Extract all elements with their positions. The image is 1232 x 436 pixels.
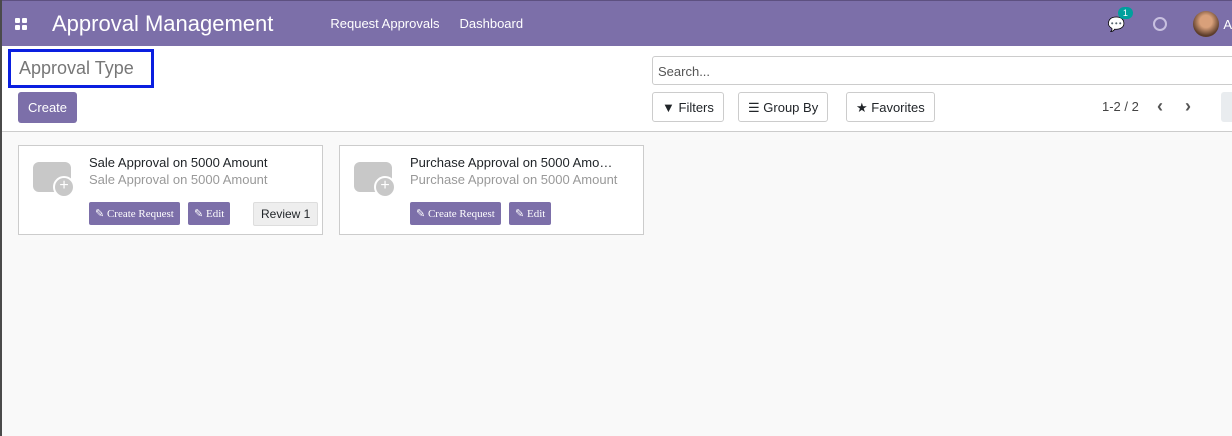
pencil-icon: ✎ <box>95 208 105 220</box>
kanban-card[interactable]: Sale Approval on 5000 Amount Sale Approv… <box>18 145 323 235</box>
favorites-button[interactable]: ★ Favorites <box>846 92 935 122</box>
view-switcher-button[interactable] <box>1221 92 1232 122</box>
review-button[interactable]: Review 1 <box>253 202 319 226</box>
create-request-label: Create Request <box>427 208 495 220</box>
group-by-label: Group By <box>763 100 819 115</box>
card-title: Sale Approval on 5000 Amount <box>89 155 268 170</box>
pager-value[interactable]: 1-2 / 2 <box>1102 99 1139 114</box>
menu-request-approvals[interactable]: Request Approvals <box>330 16 439 31</box>
edit-button[interactable]: ✎ Edit <box>509 202 552 225</box>
messages-button[interactable]: 💬 1 <box>1108 6 1133 33</box>
activity-clock-icon[interactable] <box>1153 17 1168 31</box>
control-panel: Approval Type Create Search... ▼ Filters… <box>2 46 1232 132</box>
card-subtitle: Sale Approval on 5000 Amount <box>89 172 268 187</box>
menu-dashboard[interactable]: Dashboard <box>459 16 523 31</box>
pencil-icon: ✎ <box>416 208 426 220</box>
bars-icon: ☰ <box>748 100 760 115</box>
edit-button[interactable]: ✎ Edit <box>188 202 231 225</box>
camera-placeholder-icon <box>33 162 75 198</box>
create-request-button[interactable]: ✎ Create Request <box>89 202 180 225</box>
top-navbar: Approval Management Request Approvals Da… <box>2 0 1232 46</box>
filters-label: Filters <box>678 100 714 115</box>
filters-button[interactable]: ▼ Filters <box>652 92 724 122</box>
favorites-label: Favorites <box>871 100 925 115</box>
chevron-left-icon[interactable]: ‹ <box>1157 96 1163 117</box>
card-subtitle: Purchase Approval on 5000 Amount <box>410 172 618 187</box>
create-request-button[interactable]: ✎ Create Request <box>410 202 501 225</box>
star-icon: ★ <box>856 100 868 115</box>
apps-menu-icon[interactable] <box>12 15 30 33</box>
filter-icon: ▼ <box>662 100 675 115</box>
app-title: Approval Management <box>52 10 274 36</box>
kanban-card[interactable]: Purchase Approval on 5000 Amo… Purchase … <box>339 145 644 235</box>
edit-label: Edit <box>205 208 225 220</box>
edit-icon: ✎ <box>515 208 525 220</box>
edit-icon: ✎ <box>194 208 204 220</box>
message-count-badge: 1 <box>1117 6 1133 19</box>
page-title: Approval Type <box>8 49 154 88</box>
user-name[interactable]: A <box>1223 17 1232 32</box>
card-title: Purchase Approval on 5000 Amo… <box>410 155 613 170</box>
search-input[interactable]: Search... <box>652 56 1232 85</box>
chevron-right-icon[interactable]: › <box>1185 96 1191 117</box>
user-avatar[interactable] <box>1193 11 1220 37</box>
group-by-button[interactable]: ☰ Group By <box>738 92 829 122</box>
create-button[interactable]: Create <box>18 92 78 123</box>
camera-placeholder-icon <box>354 162 396 198</box>
edit-label: Edit <box>526 208 546 220</box>
create-request-label: Create Request <box>106 208 174 220</box>
